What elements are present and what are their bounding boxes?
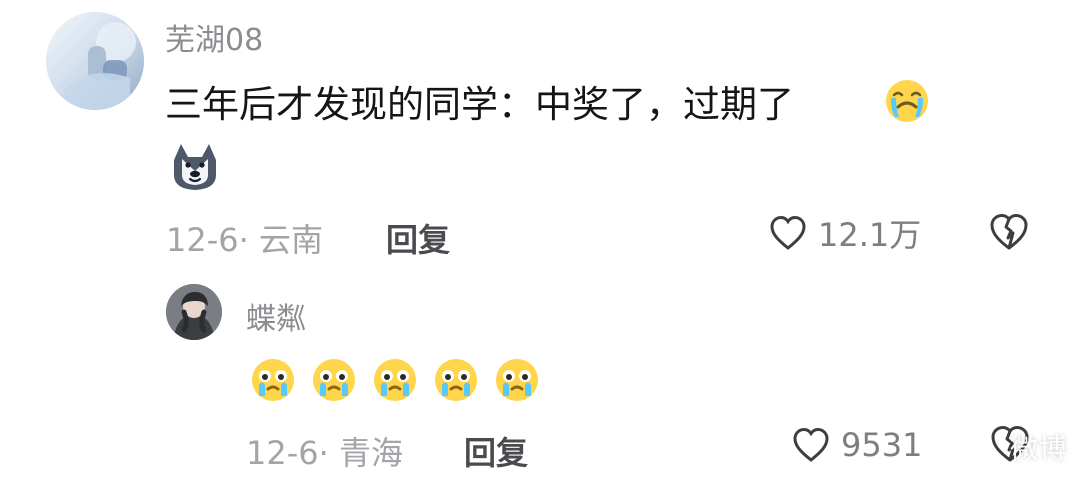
broken-heart-icon [986,209,1032,255]
comment-2-reply-button[interactable]: 回复 [464,428,528,474]
tearful-emoji-icon [430,356,482,404]
comment-1-like-count: 12.1万 [818,216,922,254]
heart-outline-icon [789,423,833,467]
comment-2-username[interactable]: 蝶粼 [246,294,306,338]
comment-1-time-location: 12-6· 云南 [166,221,323,259]
avatar[interactable] [46,12,144,110]
husky-sticker-icon [166,141,224,193]
comment-1-reply-button[interactable]: 回复 [386,215,450,261]
comment-1-like-button[interactable]: 12.1万 [766,210,921,256]
tearful-emoji-icon [369,356,421,404]
avatar-image-icon [46,12,144,110]
tearful-emoji-icon [247,356,299,404]
heart-outline-icon [766,211,810,255]
comment-2-time-location: 12-6· 青海 [246,434,403,472]
avatar-image-icon [166,284,222,340]
comment-1-username[interactable]: 芜湖08 [165,15,263,59]
comment-2-like-count: 9531 [841,426,923,464]
avatar[interactable] [166,284,222,340]
comment-2-like-button[interactable]: 9531 [789,423,922,467]
comment-1-text: 三年后才发现的同学：中奖了，过期了 [165,83,794,126]
tearful-emoji-icon [308,356,360,404]
comment-1-dislike-button[interactable] [986,209,1032,255]
crying-emoji-icon [883,77,931,125]
watermark: 微博 [1009,432,1068,465]
tearful-emoji-icon [491,356,543,404]
